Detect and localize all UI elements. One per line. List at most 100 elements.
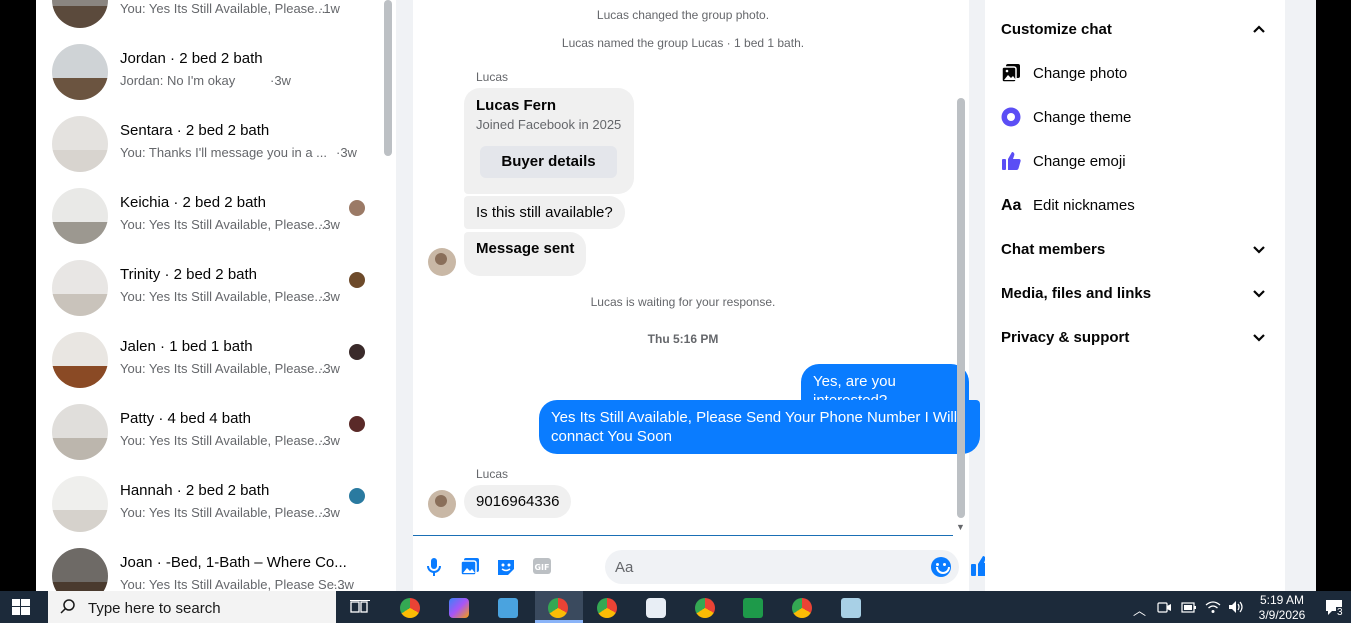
conversation-name: Keichia · 2 bed 2 bath	[120, 194, 266, 211]
edit-nicknames-item[interactable]: Aa Edit nicknames	[1001, 193, 1269, 217]
wifi-icon[interactable]	[1205, 600, 1221, 614]
conversation-name: Joan · -Bed, 1-Bath – Where Co...	[120, 554, 347, 571]
thumbnail-wall	[52, 476, 108, 510]
message-input[interactable]	[615, 557, 915, 577]
chrome-icon[interactable]	[400, 598, 420, 618]
change-emoji-label: Change emoji	[1033, 153, 1126, 170]
conversation-preview: You: Yes Its Still Available, Please...	[120, 1, 326, 16]
chat-scrollbar-thumb[interactable]	[957, 98, 965, 518]
conversation-time: ·3w	[319, 505, 340, 520]
message-bubble-outgoing[interactable]: Yes Its Still Available, Please Send You…	[539, 400, 980, 454]
conversation-item[interactable]: You: Yes Its Still Available, Please... ·…	[36, 0, 376, 36]
notepad-icon[interactable]	[841, 598, 861, 618]
gif-icon[interactable]: GIF	[531, 557, 553, 579]
thumbnail-floor	[52, 77, 108, 100]
chrome-icon[interactable]	[597, 598, 617, 618]
conversation-name: Jordan · 2 bed 2 bath	[120, 50, 263, 67]
conversation-name: Patty · 4 bed 4 bath	[120, 410, 251, 427]
conversation-item[interactable]: Jordan · 2 bed 2 bath Jordan: No I'm okay…	[36, 36, 376, 108]
thumbnail-wall	[52, 548, 108, 582]
system-clock[interactable]: 5:19 AM 3/9/2026	[1257, 593, 1307, 623]
chrome-icon[interactable]	[548, 598, 568, 618]
show-hidden-icons-chevron-icon[interactable]: ︿	[1133, 600, 1146, 619]
listing-thumbnail	[52, 116, 108, 172]
emoji-icon[interactable]	[931, 557, 951, 577]
scroll-down-arrow-icon[interactable]: ▼	[956, 522, 965, 532]
customize-chat-section[interactable]: Customize chat	[1001, 17, 1269, 41]
chrome-icon[interactable]	[792, 598, 812, 618]
message-bubble-incoming[interactable]: Is this still available?	[464, 196, 625, 229]
conversation-item[interactable]: Sentara · 2 bed 2 bath You: Thanks I'll m…	[36, 108, 376, 180]
listing-thumbnail	[52, 332, 108, 388]
chat-scrollbar[interactable]: ▼	[955, 0, 967, 536]
change-emoji-item[interactable]: Change emoji	[1001, 149, 1269, 173]
privacy-support-section[interactable]: Privacy & support	[1001, 325, 1269, 349]
chrome-icon[interactable]	[695, 598, 715, 618]
change-theme-item[interactable]: Change theme	[1001, 105, 1269, 129]
sticker-icon[interactable]	[495, 557, 517, 579]
conversation-time: ·3w	[319, 289, 340, 304]
conversation-preview: You: Yes Its Still Available, Please Se.…	[120, 577, 345, 591]
change-photo-item[interactable]: Change photo	[1001, 61, 1269, 85]
chevron-up-icon	[1253, 25, 1265, 33]
news-app-icon[interactable]	[498, 598, 518, 618]
composer-divider	[413, 535, 953, 536]
conversation-time: ·3w	[333, 577, 354, 591]
conversation-list-scrollbar[interactable]	[384, 0, 392, 156]
listing-thumbnail	[52, 0, 108, 28]
snipping-tool-icon[interactable]	[646, 598, 666, 618]
conversation-name: Trinity · 2 bed 2 bath	[120, 266, 258, 283]
thumbs-up-icon	[1002, 152, 1021, 170]
battery-icon[interactable]	[1181, 601, 1197, 614]
system-message-photo: Lucas changed the group photo.	[596, 8, 770, 22]
thumbnail-wall	[52, 188, 108, 222]
conversation-item[interactable]: Keichia · 2 bed 2 bath You: Yes Its Still…	[36, 180, 376, 252]
chevron-down-icon	[1253, 334, 1265, 342]
system-message-waiting: Lucas is waiting for your response.	[590, 295, 776, 309]
media-files-section[interactable]: Media, files and links	[1001, 281, 1269, 305]
windows-taskbar: Type here to search ︿ 5:19 AM 3/9/2026 3	[0, 591, 1351, 623]
thumbnail-floor	[52, 293, 108, 316]
copilot-icon[interactable]	[449, 598, 469, 618]
nickname-icon: Aa	[1001, 197, 1022, 214]
task-view-icon[interactable]	[350, 599, 370, 615]
conversation-item[interactable]: Patty · 4 bed 4 bath You: Yes Its Still A…	[36, 396, 376, 468]
avatar[interactable]	[428, 490, 456, 518]
microphone-icon[interactable]	[423, 557, 445, 579]
voice-app-icon[interactable]	[743, 598, 763, 618]
thumbnail-wall	[52, 260, 108, 294]
windows-start-icon[interactable]	[12, 599, 30, 615]
listing-thumbnail	[52, 44, 108, 100]
privacy-support-header: Privacy & support	[1001, 329, 1130, 346]
chevron-down-icon	[1253, 290, 1265, 298]
read-receipt-avatar	[349, 200, 365, 216]
listing-thumbnail	[52, 404, 108, 460]
conversation-time: ·3w	[319, 217, 340, 232]
volume-icon[interactable]	[1228, 600, 1244, 614]
avatar[interactable]	[428, 248, 456, 276]
buyer-joined: Joined Facebook in 2025	[476, 117, 622, 132]
conversation-item[interactable]: Jalen · 1 bed 1 bath You: Yes Its Still A…	[36, 324, 376, 396]
edit-nicknames-label: Edit nicknames	[1033, 197, 1135, 214]
message-input-wrapper	[605, 550, 959, 584]
change-theme-label: Change theme	[1033, 109, 1132, 126]
read-receipt-avatar	[349, 272, 365, 288]
gallery-icon[interactable]	[459, 557, 481, 579]
chat-members-section[interactable]: Chat members	[1001, 237, 1269, 261]
buyer-profile-card: Lucas Fern Joined Facebook in 2025 Buyer…	[464, 88, 634, 194]
message-bubble-incoming[interactable]: 9016964336	[464, 485, 572, 518]
conversation-preview: You: Yes Its Still Available, Please...	[120, 361, 326, 376]
search-placeholder: Type here to search	[88, 600, 221, 617]
conversation-preview: You: Yes Its Still Available, Please...	[120, 217, 326, 232]
thumbnail-wall	[52, 332, 108, 366]
taskbar-search[interactable]: Type here to search	[48, 591, 336, 623]
conversation-item[interactable]: Joan · -Bed, 1-Bath – Where Co... You: Ye…	[36, 540, 376, 591]
conversation-item[interactable]: Trinity · 2 bed 2 bath You: Yes Its Still…	[36, 252, 376, 324]
read-receipt-avatar	[349, 488, 365, 504]
buyer-details-button[interactable]: Buyer details	[480, 146, 617, 178]
conversation-time: ·1w	[319, 1, 340, 16]
meet-now-icon[interactable]	[1157, 601, 1172, 614]
message-bubble-incoming[interactable]: Message sent	[464, 232, 587, 276]
conversation-item[interactable]: Hannah · 2 bed 2 bath You: Yes Its Still …	[36, 468, 376, 540]
system-message-named: Lucas named the group Lucas · 1 bed 1 ba…	[561, 36, 805, 50]
